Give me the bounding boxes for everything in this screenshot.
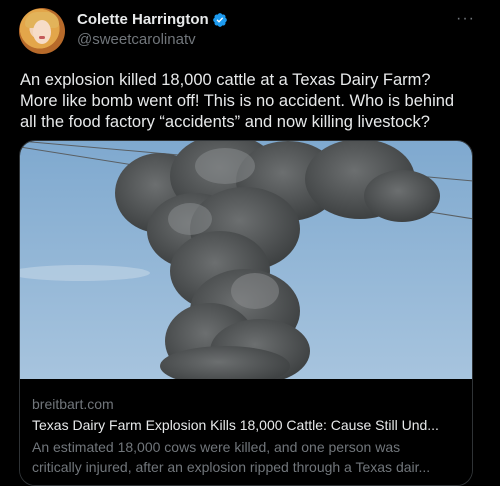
more-options-icon[interactable]: ··· <box>456 10 475 28</box>
tweet-text-line: More like bomb went off! This is no acci… <box>20 92 455 110</box>
tweet-text-line: all the food factory “accidents” and now… <box>20 113 430 131</box>
smoke-photo-illustration <box>20 141 472 379</box>
link-description-line: An estimated 18,000 cows were killed, an… <box>32 439 401 455</box>
author-handle[interactable]: @sweetcarolinatv <box>77 31 196 48</box>
avatar[interactable] <box>19 8 65 54</box>
tweet: Colette Harrington @sweetcarolinatv ··· … <box>0 0 500 486</box>
link-description: An estimated 18,000 cows were killed, an… <box>32 437 464 477</box>
verified-badge-icon <box>213 13 227 27</box>
tweet-text-line: An explosion killed 18,000 cattle at a T… <box>20 71 431 89</box>
avatar-face <box>33 20 51 44</box>
explosion-smoke-image[interactable] <box>20 141 472 379</box>
author-display-name[interactable]: Colette Harrington <box>77 11 209 28</box>
tweet-text: An explosion killed 18,000 cattle at a T… <box>20 70 490 133</box>
link-title[interactable]: Texas Dairy Farm Explosion Kills 18,000 … <box>32 417 464 433</box>
top-divider <box>0 0 500 4</box>
avatar-lips <box>39 36 45 39</box>
link-description-line: critically injured, after an explosion r… <box>32 459 431 475</box>
link-preview-card[interactable]: breitbart.com Texas Dairy Farm Explosion… <box>19 140 473 486</box>
link-card-body[interactable]: breitbart.com Texas Dairy Farm Explosion… <box>20 379 472 485</box>
link-domain: breitbart.com <box>32 396 114 412</box>
